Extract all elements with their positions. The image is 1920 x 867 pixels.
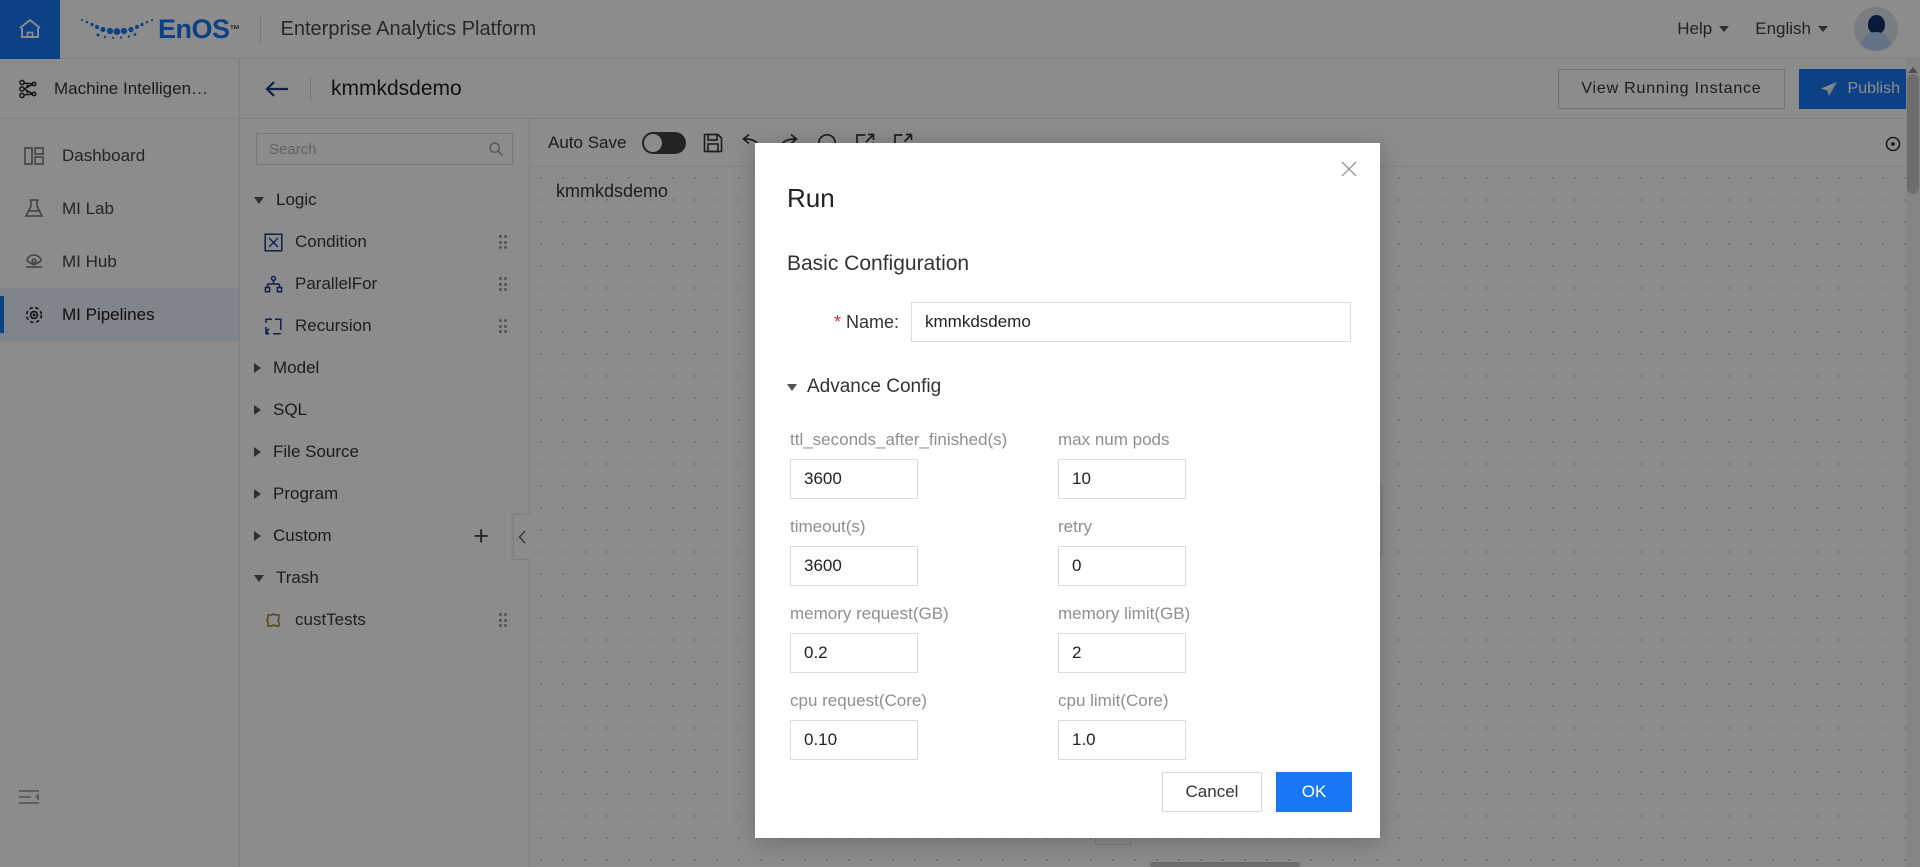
memory-request-input[interactable] [790,633,918,673]
advance-config-toggle[interactable]: Advance Config [755,342,941,398]
field-memory-request: memory request(GB) [790,586,1058,673]
retry-input[interactable] [1058,546,1186,586]
cpu-limit-input[interactable] [1058,720,1186,760]
field-ttl-seconds-after-finished: ttl_seconds_after_finished(s) [790,412,1058,499]
field-label: timeout(s) [790,517,866,536]
chevron-down-icon [787,383,797,391]
run-dialog: Run Basic Configuration *Name: Advance C… [755,143,1380,838]
field-memory-limit: memory limit(GB) [1058,586,1380,673]
basic-configuration-heading: Basic Configuration [787,252,970,275]
field-label: retry [1058,517,1092,536]
name-field-row: * Name: [755,276,1380,342]
field-cpu-limit: cpu limit(Core) [1058,673,1380,760]
memory-limit-input[interactable] [1058,633,1186,673]
advance-config-label: Advance Config [807,376,942,397]
name-label-text: Name: [845,311,899,332]
required-marker: * [833,311,841,332]
close-icon [1341,161,1357,177]
field-label: cpu limit(Core) [1058,691,1169,710]
ttl-seconds-input[interactable] [790,459,918,499]
field-label: memory request(GB) [790,604,949,623]
cpu-request-input[interactable] [790,720,918,760]
dialog-title: Run [787,183,835,213]
field-max-num-pods: max num pods [1058,412,1380,499]
advance-config-fields: ttl_seconds_after_finished(s) max num po… [755,398,1380,760]
dialog-footer: Cancel OK [1162,772,1352,812]
ok-button[interactable]: OK [1276,772,1352,812]
field-label: cpu request(Core) [790,691,928,710]
max-num-pods-input[interactable] [1058,459,1186,499]
field-label: max num pods [1058,430,1170,449]
field-label: ttl_seconds_after_finished(s) [790,430,1008,449]
cancel-button[interactable]: Cancel [1162,772,1262,812]
field-cpu-request: cpu request(Core) [790,673,1058,760]
name-label: * Name: [787,312,911,333]
field-retry: retry [1058,499,1380,586]
field-label: memory limit(GB) [1058,604,1191,623]
field-timeout: timeout(s) [790,499,1058,586]
name-input[interactable] [911,302,1351,342]
timeout-input[interactable] [790,546,918,586]
app-root: EnOS ™ Enterprise Analytics Platform Help… [0,0,1920,867]
close-button[interactable] [1340,159,1358,183]
